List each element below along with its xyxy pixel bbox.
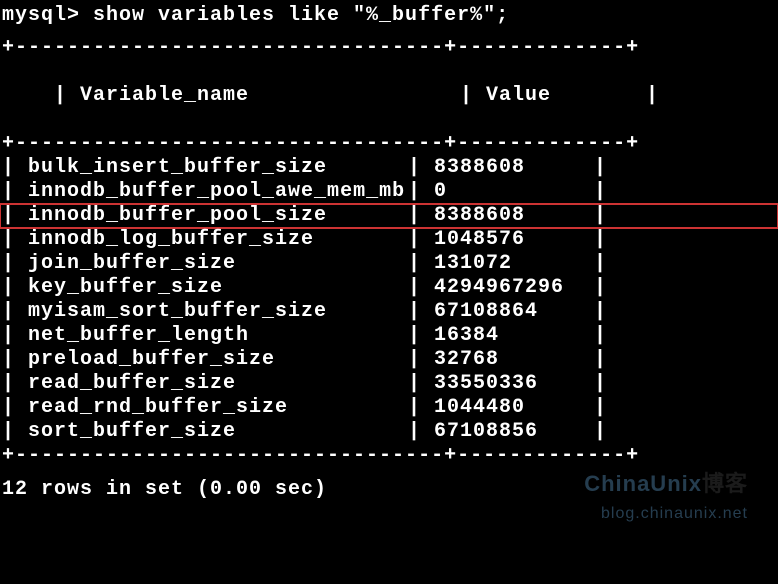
- value-cell: 32768: [434, 348, 594, 372]
- watermark-sub: blog.chinaunix.net: [601, 505, 748, 522]
- table-row: | read_buffer_size| 33550336|: [0, 372, 778, 396]
- table-header-row: | Variable_name| Value|: [0, 60, 778, 132]
- value-cell: 1048576: [434, 228, 594, 252]
- value-cell: 67108856: [434, 420, 594, 444]
- mysql-prompt-line[interactable]: mysql> show variables like "%_buffer%";: [0, 4, 778, 36]
- table-row: | join_buffer_size| 131072|: [0, 252, 778, 276]
- variable-name-cell: innodb_buffer_pool_awe_mem_mb: [28, 180, 408, 204]
- variable-name-cell: preload_buffer_size: [28, 348, 408, 372]
- variable-name-cell: bulk_insert_buffer_size: [28, 156, 408, 180]
- variable-name-cell: innodb_log_buffer_size: [28, 228, 408, 252]
- table-row: | innodb_buffer_pool_awe_mem_mb| 0|: [0, 180, 778, 204]
- table-separator-bottom: +---------------------------------+-----…: [0, 444, 778, 468]
- table-row: | read_rnd_buffer_size| 1044480|: [0, 396, 778, 420]
- table-separator-mid: +---------------------------------+-----…: [0, 132, 778, 156]
- table-body: | bulk_insert_buffer_size| 8388608|| inn…: [0, 156, 778, 444]
- value-cell: 8388608: [434, 204, 594, 228]
- table-row: | sort_buffer_size| 67108856|: [0, 420, 778, 444]
- watermark-cn: 博客: [702, 471, 748, 496]
- value-cell: 4294967296: [434, 276, 594, 300]
- col-header-value: Value: [486, 84, 646, 108]
- variable-name-cell: sort_buffer_size: [28, 420, 408, 444]
- variable-name-cell: net_buffer_length: [28, 324, 408, 348]
- table-row: | innodb_buffer_pool_size| 8388608|: [0, 204, 778, 228]
- col-header-variable: Variable_name: [80, 84, 460, 108]
- value-cell: 33550336: [434, 372, 594, 396]
- terminal-output: mysql> show variables like "%_buffer%"; …: [0, 0, 778, 506]
- value-cell: 0: [434, 180, 594, 204]
- value-cell: 16384: [434, 324, 594, 348]
- variable-name-cell: join_buffer_size: [28, 252, 408, 276]
- variable-name-cell: myisam_sort_buffer_size: [28, 300, 408, 324]
- watermark: ChinaUnix博客 blog.chinaunix.net: [584, 471, 748, 524]
- value-cell: 131072: [434, 252, 594, 276]
- table-row: | key_buffer_size| 4294967296|: [0, 276, 778, 300]
- table-row: | net_buffer_length| 16384|: [0, 324, 778, 348]
- table-row: | myisam_sort_buffer_size| 67108864|: [0, 300, 778, 324]
- value-cell: 8388608: [434, 156, 594, 180]
- variable-name-cell: innodb_buffer_pool_size: [28, 204, 408, 228]
- value-cell: 67108864: [434, 300, 594, 324]
- table-separator-top: +---------------------------------+-----…: [0, 36, 778, 60]
- table-row: | bulk_insert_buffer_size| 8388608|: [0, 156, 778, 180]
- variable-name-cell: read_rnd_buffer_size: [28, 396, 408, 420]
- value-cell: 1044480: [434, 396, 594, 420]
- variable-name-cell: read_buffer_size: [28, 372, 408, 396]
- table-row: | innodb_log_buffer_size| 1048576|: [0, 228, 778, 252]
- watermark-main: ChinaUnix: [584, 471, 702, 496]
- variable-name-cell: key_buffer_size: [28, 276, 408, 300]
- table-row: | preload_buffer_size| 32768|: [0, 348, 778, 372]
